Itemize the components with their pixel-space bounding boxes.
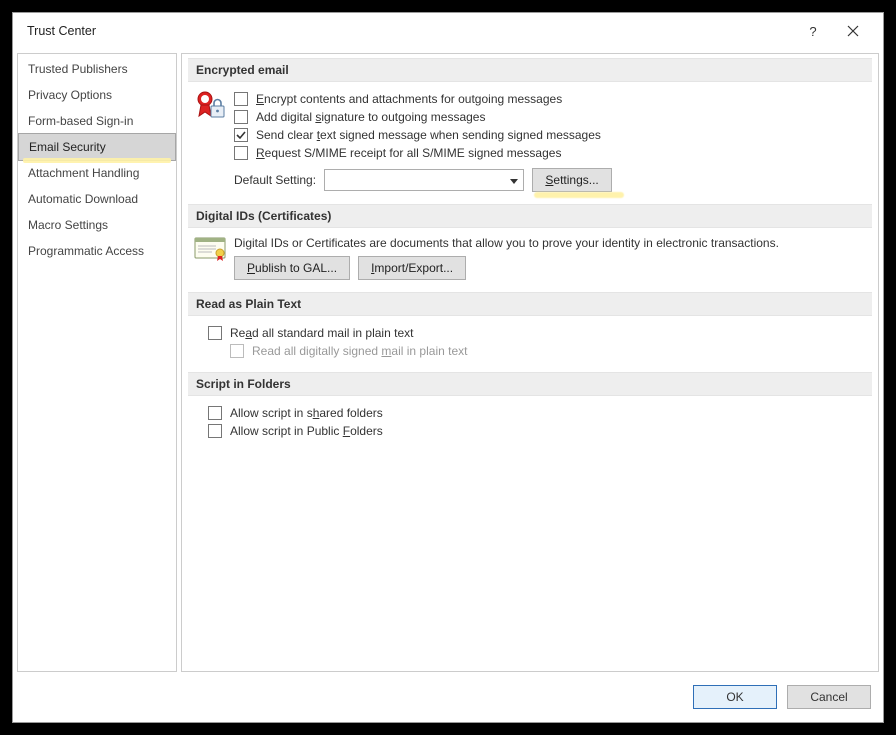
sidebar-item-macro-settings[interactable]: Macro Settings xyxy=(18,212,176,238)
sidebar-item-email-security[interactable]: Email Security xyxy=(18,133,176,161)
close-icon[interactable] xyxy=(833,17,873,45)
sidebar-item-form-based-sign-in[interactable]: Form-based Sign-in xyxy=(18,108,176,134)
digital-ids-buttons: Publish to GAL... Import/Export... xyxy=(234,256,862,280)
sidebar-item-attachment-handling[interactable]: Attachment Handling xyxy=(18,160,176,186)
help-icon[interactable]: ? xyxy=(793,17,833,45)
checkbox-label: Request S/MIME receipt for all S/MIME si… xyxy=(256,146,561,160)
highlight-marker xyxy=(534,192,624,198)
sidebar-item-automatic-download[interactable]: Automatic Download xyxy=(18,186,176,212)
checkbox-icon xyxy=(208,326,222,340)
ok-button[interactable]: OK xyxy=(693,685,777,709)
sidebar-item-label: Form-based Sign-in xyxy=(28,114,133,128)
sidebar-item-label: Automatic Download xyxy=(28,192,138,206)
button-label: Settings... xyxy=(545,173,598,187)
checkbox-label: Send clear text signed message when send… xyxy=(256,128,601,142)
sidebar-item-label: Programmatic Access xyxy=(28,244,144,258)
checkbox-label: Allow script in Public Folders xyxy=(230,424,383,438)
default-setting-label: Default Setting: xyxy=(234,173,316,187)
checkbox-script-shared[interactable]: Allow script in shared folders xyxy=(208,404,862,422)
cancel-button[interactable]: Cancel xyxy=(787,685,871,709)
section-body-script-folders: Allow script in shared folders Allow scr… xyxy=(188,404,872,450)
section-body-digital-ids: Digital IDs or Certificates are document… xyxy=(188,236,872,290)
checkbox-label: Encrypt contents and attachments for out… xyxy=(256,92,562,106)
section-header-script-folders: Script in Folders xyxy=(188,372,872,396)
footer: OK Cancel xyxy=(13,672,883,722)
checkbox-encrypt-contents[interactable]: Encrypt contents and attachments for out… xyxy=(234,90,862,108)
window-title: Trust Center xyxy=(23,24,793,38)
button-label: Import/Export... xyxy=(371,261,453,275)
checkbox-icon xyxy=(234,128,248,142)
checkbox-clear-text[interactable]: Send clear text signed message when send… xyxy=(234,126,862,144)
checkbox-label: Allow script in shared folders xyxy=(230,406,383,420)
section-header-encrypted: Encrypted email xyxy=(188,58,872,82)
section-body-plain-text: Read all standard mail in plain text Rea… xyxy=(188,324,872,370)
checkbox-icon xyxy=(208,406,222,420)
publish-to-gal-button[interactable]: Publish to GAL... xyxy=(234,256,350,280)
checkbox-read-signed-plain: Read all digitally signed mail in plain … xyxy=(230,342,862,360)
section-header-plain-text: Read as Plain Text xyxy=(188,292,872,316)
checkbox-label: Read all digitally signed mail in plain … xyxy=(252,344,467,358)
button-label: Publish to GAL... xyxy=(247,261,337,275)
titlebar: Trust Center ? xyxy=(13,13,883,49)
main-pane: Encrypted email Encrypt contents and att… xyxy=(181,53,879,672)
sidebar-item-label: Trusted Publishers xyxy=(28,62,128,76)
checkbox-script-public[interactable]: Allow script in Public Folders xyxy=(208,422,862,440)
checkbox-label: Add digital signature to outgoing messag… xyxy=(256,110,485,124)
checkbox-icon xyxy=(234,110,248,124)
import-export-button[interactable]: Import/Export... xyxy=(358,256,466,280)
default-setting-dropdown[interactable] xyxy=(324,169,524,191)
sidebar-item-programmatic-access[interactable]: Programmatic Access xyxy=(18,238,176,264)
settings-button[interactable]: Settings... xyxy=(532,168,612,192)
ribbon-lock-icon xyxy=(194,90,226,122)
checkbox-icon xyxy=(230,344,244,358)
checkbox-digital-signature[interactable]: Add digital signature to outgoing messag… xyxy=(234,108,862,126)
section-header-digital-ids: Digital IDs (Certificates) xyxy=(188,204,872,228)
digital-ids-description: Digital IDs or Certificates are document… xyxy=(234,236,862,250)
certificate-icon xyxy=(194,236,226,262)
checkbox-read-standard-plain[interactable]: Read all standard mail in plain text xyxy=(208,324,862,342)
body-area: Trusted Publishers Privacy Options Form-… xyxy=(13,49,883,672)
sidebar-item-label: Macro Settings xyxy=(28,218,108,232)
checkbox-icon xyxy=(234,146,248,160)
sidebar-item-privacy-options[interactable]: Privacy Options xyxy=(18,82,176,108)
sidebar-item-label: Privacy Options xyxy=(28,88,112,102)
checkbox-label: Read all standard mail in plain text xyxy=(230,326,413,340)
sidebar-item-trusted-publishers[interactable]: Trusted Publishers xyxy=(18,56,176,82)
checkbox-icon xyxy=(234,92,248,106)
sidebar: Trusted Publishers Privacy Options Form-… xyxy=(17,53,177,672)
sidebar-item-label: Attachment Handling xyxy=(28,166,139,180)
chevron-down-icon xyxy=(510,173,518,187)
section-body-encrypted: Encrypt contents and attachments for out… xyxy=(188,90,872,202)
checkbox-icon xyxy=(208,424,222,438)
button-label: OK xyxy=(726,690,743,704)
checkbox-smime-receipt[interactable]: Request S/MIME receipt for all S/MIME si… xyxy=(234,144,862,162)
sidebar-item-label: Email Security xyxy=(29,140,106,154)
trust-center-window: Trust Center ? Trusted Publishers Privac… xyxy=(12,12,884,723)
default-setting-row: Default Setting: Settings... xyxy=(234,168,862,192)
button-label: Cancel xyxy=(810,690,847,704)
